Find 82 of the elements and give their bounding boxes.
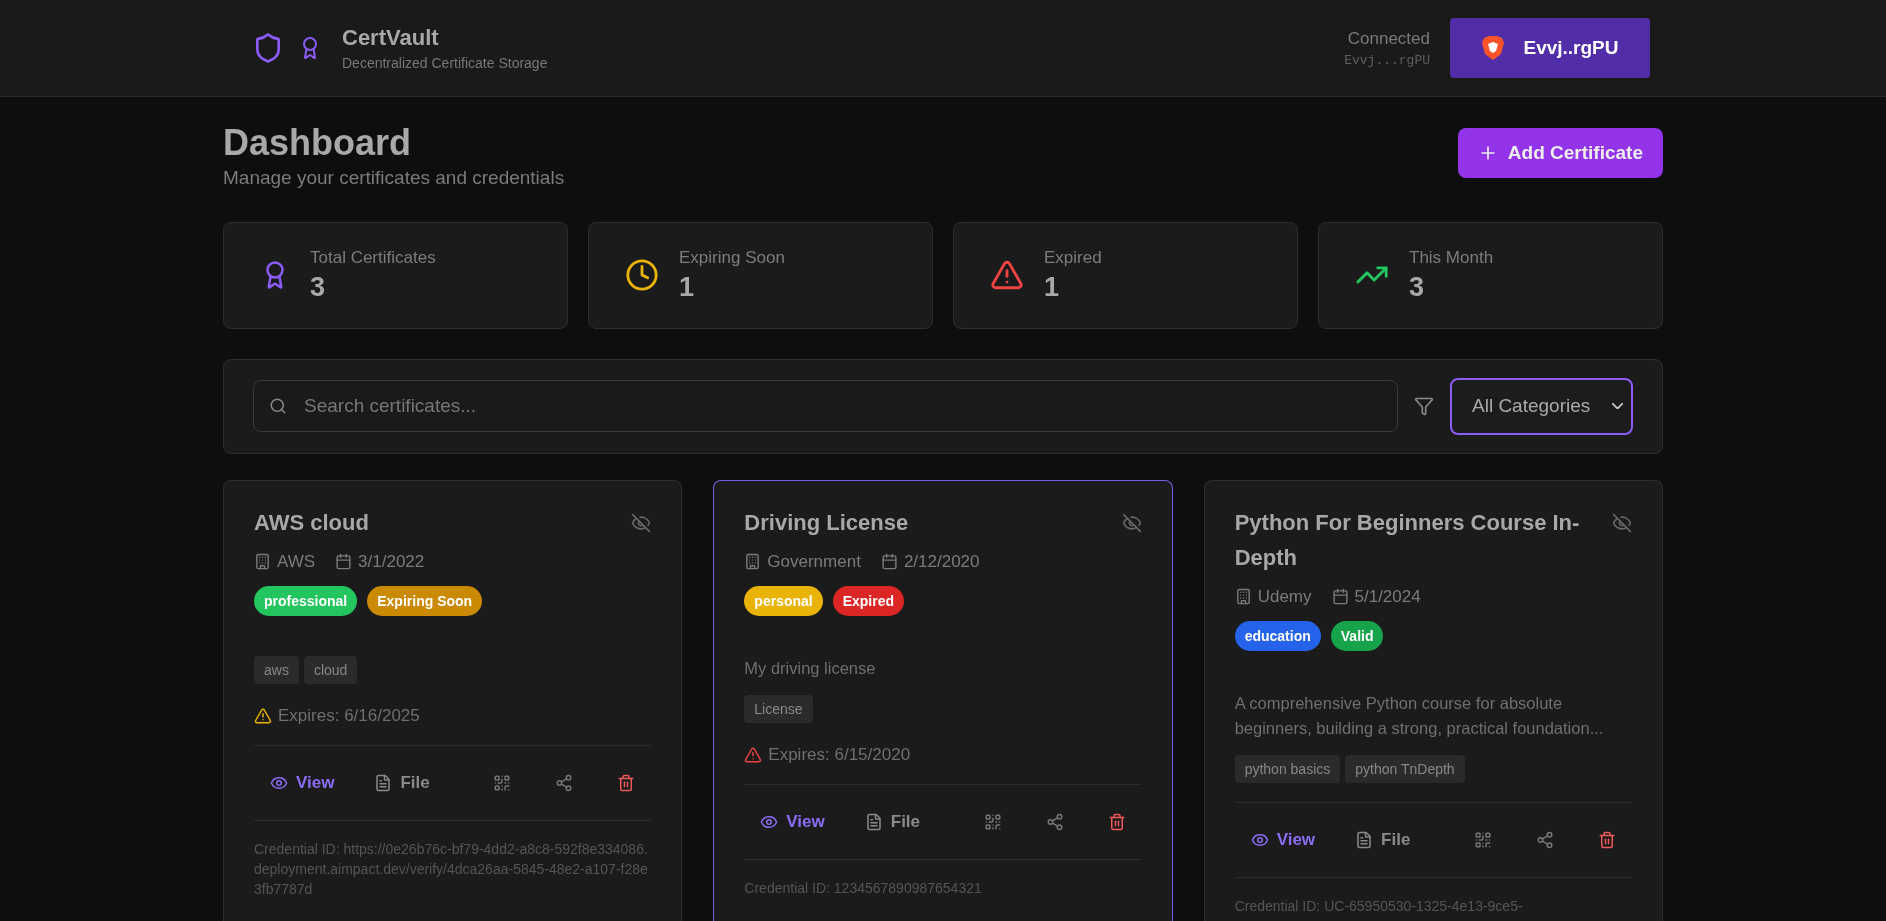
building-icon [254,553,271,571]
file-button[interactable]: File [374,772,430,793]
add-certificate-button[interactable]: Add Certificate [1457,128,1663,178]
certificate-card[interactable] [223,479,683,921]
filter-icon [1414,396,1434,417]
search-icon [269,397,287,416]
building-icon [1234,588,1252,606]
status-badge: Expired [832,585,905,616]
tag: License [744,694,813,723]
qr-code-button[interactable] [1474,830,1492,849]
warning-icon [254,706,272,725]
qr-code-button[interactable] [493,773,512,792]
certificate-description: My driving license [744,657,877,679]
stat-label: Expired [1044,247,1102,268]
issue-date: 5/1/2024 [1331,586,1421,607]
stat-value: 1 [1044,271,1061,303]
certificate-title: Driving License [744,508,909,537]
stat-label: Expiring Soon [679,247,785,268]
file-icon [1355,830,1374,849]
credential-id: Credential ID: 1234567890987654321 [744,878,983,898]
shield-logo-icon [1481,35,1506,61]
category-select[interactable]: All Categories [1450,377,1633,435]
eye-off-icon[interactable] [631,512,652,533]
tag: cloud [303,655,358,684]
delete-button[interactable] [1107,812,1126,831]
certificate-description: A comprehensive Python course for absolute beginners, building a strong, practical foundation... [1234,692,1605,739]
calendar-icon [1331,588,1349,606]
certificate-title: AWS cloud [254,508,369,537]
credential-id: Credential ID: UC-65950530-1325-4e13-9ce5- [1234,896,1524,916]
wallet-address: Evvj...rgPU [1344,52,1430,68]
view-button[interactable]: View [760,811,825,832]
wallet-button[interactable]: Evvj..rgPU [1450,18,1650,78]
stat-value: 1 [679,271,696,303]
app-subtitle: Decentralized Certificate Storage [342,55,548,71]
delete-button[interactable] [1598,830,1616,849]
stat-label: Total Certificates [310,247,436,268]
stat-value: 3 [310,271,327,303]
page-subtitle: Manage your certificates and credentials [223,166,565,189]
issuer: Government [744,551,861,572]
issuer: AWS [254,551,316,572]
share-button[interactable] [555,773,574,792]
category-badge: professional [254,585,358,616]
share-button[interactable] [1536,830,1554,849]
app-title: CertVault [342,25,440,51]
view-button[interactable]: View [1250,829,1316,850]
expiry-date: Expires: 6/16/2025 [254,705,652,726]
building-icon [744,553,762,571]
connection-status: Connected [1347,28,1430,49]
file-button[interactable]: File [1355,829,1411,850]
view-button[interactable]: View [270,772,335,793]
tag: python TnDepth [1345,754,1465,783]
issue-date: 3/1/2022 [335,551,425,572]
stat-label: This Month [1409,247,1494,268]
page-title: Dashboard [223,123,413,163]
share-button[interactable] [1045,812,1064,831]
qr-code-button[interactable] [983,812,1002,831]
issuer: Udemy [1234,586,1312,607]
category-badge: education [1234,620,1321,651]
chevron-down-icon [1612,403,1623,410]
category-badge: personal [744,585,823,616]
delete-button[interactable] [617,773,636,792]
status-badge: Expiring Soon [367,585,483,616]
certificate-card[interactable] [1203,479,1663,921]
eye-off-icon[interactable] [1121,512,1142,533]
calendar-icon [880,553,898,571]
tag: python basics [1234,754,1341,783]
issue-date: 2/12/2020 [880,551,980,572]
status-badge: Valid [1330,620,1384,651]
file-icon [864,812,883,831]
file-button[interactable]: File [864,811,921,832]
expiry-date: Expires: 6/15/2020 [744,744,1142,765]
clock-icon [625,258,659,293]
search-field[interactable]: Search certificates... [253,380,1398,433]
file-icon [374,773,393,792]
certificate-card[interactable]: Driving License Government 2/12/2020 personal Expired My driving license License Expires: 6/15/2020 View File Credential ID: 1234567890987654321 [713,479,1173,921]
stat-value: 3 [1409,271,1426,303]
certificate-title: Python For Beginners Course In-Depth [1234,508,1581,572]
warning-icon [744,745,763,764]
credential-id: Credential ID: https://0e26b76c-bf79-4dd2-a8c8-592f8e334086.deployment.aimpact.dev/verify/4dca26aa-5845-48e2-a107-f28e3fb7787d [254,839,649,899]
eye-off-icon[interactable] [1612,512,1632,533]
tag: aws [254,655,299,684]
calendar-icon [335,553,353,571]
